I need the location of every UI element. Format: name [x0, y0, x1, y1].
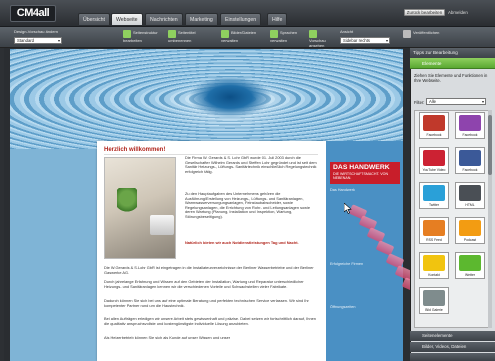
- bathroom-photo[interactable]: [104, 157, 176, 259]
- filter-select[interactable]: Alle: [426, 98, 486, 105]
- panel-section-page-elements[interactable]: Seitenelemente: [410, 331, 495, 341]
- languages-icon: [270, 30, 278, 38]
- element-tile[interactable]: YouTube Video: [419, 147, 449, 174]
- design-select[interactable]: Standard: [14, 37, 62, 44]
- view-select[interactable]: Sidebar rechts: [340, 37, 390, 44]
- panel-section-media[interactable]: Bilder, Videos, Dateien: [410, 342, 495, 352]
- tab-einstellungen[interactable]: Einstellungen: [220, 13, 262, 25]
- handwerk-subtitle: DIE WIRTSCHAFTSMACHT. VON NEBENAN.: [333, 172, 389, 180]
- element-tile-icon: [423, 255, 445, 271]
- element-tile-label: YouTube Video: [422, 168, 446, 172]
- tips-header[interactable]: Tipps zur Bearbeitung: [410, 48, 495, 58]
- tab-webseite[interactable]: Webseite: [111, 13, 143, 25]
- element-tile-label: RSS Feed: [426, 238, 442, 242]
- panel-footer: [410, 353, 495, 361]
- sidebar-text-1: Das Handwerk: [330, 188, 355, 192]
- element-tile[interactable]: Kontakt: [419, 252, 449, 279]
- app-logo: CM4all: [10, 5, 56, 22]
- toolbar-item-languages[interactable]: Sprachen verwalten: [270, 30, 305, 45]
- element-tile-icon: [459, 185, 481, 201]
- element-tile[interactable]: Facebook: [455, 112, 485, 139]
- element-tile[interactable]: Facebook: [419, 112, 449, 139]
- rename-icon: [168, 30, 176, 38]
- files-icon: [221, 30, 229, 38]
- structure-icon: [123, 30, 131, 38]
- element-tile-label: Kontakt: [428, 273, 440, 277]
- logout-link[interactable]: Abmelden: [448, 9, 484, 16]
- element-tile[interactable]: Facebook: [455, 147, 485, 174]
- toolbar-item-rename[interactable]: Seitentitel umbenennen: [168, 30, 213, 45]
- element-tile-icon: [423, 290, 445, 306]
- paragraph-service[interactable]: Dadurch können Sie sich bei uns auf eine…: [104, 298, 318, 308]
- tab-marketing[interactable]: Marketing: [185, 13, 218, 25]
- publish-label: Veröffentlichen: [413, 30, 440, 35]
- toolbar-item-structure[interactable]: Seitenstruktur bearbeiten: [123, 30, 163, 45]
- sink-image: [150, 215, 174, 235]
- paragraph-tasks[interactable]: Zu den Hauptaufgaben des Unternehmens ge…: [185, 191, 318, 220]
- toolbar-item-files[interactable]: Bilder/Dateien verwalten: [221, 30, 266, 45]
- element-tile-label: Facebook: [426, 133, 442, 137]
- publish-icon: [403, 30, 411, 38]
- tab-elements[interactable]: Elemente: [410, 58, 495, 69]
- tab-nachrichten[interactable]: Nachrichten: [145, 13, 183, 25]
- header-image: [10, 49, 403, 149]
- element-tile-label: Facebook: [462, 168, 478, 172]
- toolbar-item-preview[interactable]: Vorschau ansehen: [309, 30, 331, 48]
- element-tile-label: HTML: [465, 203, 475, 207]
- element-tile[interactable]: HTML: [455, 182, 485, 209]
- sidebar-text-3: Öffnungszeiten: [330, 305, 356, 309]
- element-tile-label: Wetter: [465, 273, 475, 277]
- paragraph-closing[interactable]: Als Heizerbetrieb können Sie sich als Ku…: [104, 335, 318, 341]
- paragraph-intro[interactable]: Die Firma W. Gerards & S. Lohr GbR wurde…: [185, 155, 318, 174]
- filter-label: Filter:: [414, 100, 425, 105]
- plant-image: [117, 188, 137, 214]
- element-tile-icon: [459, 220, 481, 236]
- welcome-title[interactable]: Herzlich willkommen!: [104, 147, 165, 153]
- paragraph-orders[interactable]: Bei allen Aufträgen erledigen wir unsere…: [104, 316, 318, 326]
- toolbar-item-preview-label: Vorschau ansehen: [309, 38, 326, 48]
- element-tile-label: Podcast: [463, 238, 477, 242]
- element-tile[interactable]: Podcast: [455, 217, 485, 244]
- scrollbar-thumb[interactable]: [488, 115, 492, 175]
- element-tile-icon: [423, 150, 445, 166]
- tab-uebersicht[interactable]: Übersicht: [78, 13, 110, 25]
- element-tile-label: Facebook: [462, 133, 478, 137]
- element-tile[interactable]: RSS Feed: [419, 217, 449, 244]
- element-tile[interactable]: Wetter: [455, 252, 485, 279]
- publish-button[interactable]: Veröffentlichen: [403, 30, 441, 45]
- element-tile[interactable]: Twitter: [419, 182, 449, 209]
- element-tile[interactable]: Bild Galerie: [419, 287, 449, 314]
- element-tile-icon: [459, 115, 481, 131]
- preview-icon: [309, 30, 317, 38]
- element-tile-icon: [423, 185, 445, 201]
- paragraph-emergency[interactable]: Natürlich bieten wir auch Notdienstleist…: [185, 240, 318, 246]
- elements-description: Ziehen Sie Elemente und Funktionen in Ih…: [414, 73, 488, 83]
- element-tile-icon: [423, 220, 445, 236]
- element-tile-label: Bild Galerie: [425, 308, 443, 312]
- element-tile-label: Twitter: [429, 203, 439, 207]
- handwerk-title: DAS HANDWERK: [333, 164, 390, 171]
- element-tile-icon: [423, 115, 445, 131]
- element-tile-icon: [459, 150, 481, 166]
- paragraph-registry[interactable]: Die W.Gerards & S.Lohr GbR ist eingetrag…: [104, 265, 318, 275]
- handwerk-banner[interactable]: DAS HANDWERK DIE WIRTSCHAFTSMACHT. VON N…: [330, 162, 400, 184]
- element-tile-icon: [459, 255, 481, 271]
- tab-hilfe[interactable]: Hilfe: [267, 13, 288, 25]
- back-button[interactable]: Zurück bearbeiten: [404, 9, 445, 16]
- mouse-cursor-icon: [344, 203, 352, 214]
- paragraph-experience[interactable]: Durch jahrelange Erfahrung und Wissen au…: [104, 279, 318, 289]
